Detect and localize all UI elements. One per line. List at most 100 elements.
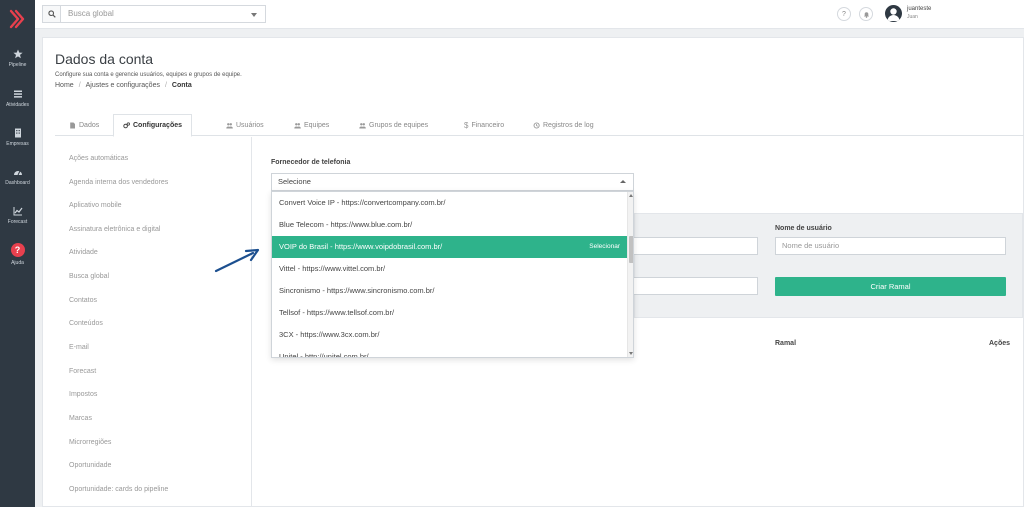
sidebar-item-label: Empresas	[6, 140, 29, 147]
tab-label: Dados	[79, 121, 100, 129]
gauge-icon	[13, 170, 22, 175]
breadcrumb-home[interactable]: Home	[55, 82, 74, 89]
telefonia-select[interactable]: Selecione	[271, 173, 634, 191]
bell-icon	[863, 11, 869, 18]
star-icon	[12, 49, 23, 58]
avatar[interactable]	[885, 5, 902, 22]
building-icon	[14, 128, 21, 137]
page-subtitle: Configure sua conta e gerencie usuários,…	[55, 72, 242, 78]
dropdown-option-highlighted[interactable]: VOIP do Brasil - https://www.voipdobrasi…	[272, 236, 627, 258]
dropdown-option[interactable]: Vittel - https://www.vittel.com.br/	[272, 258, 627, 280]
scroll-thumb[interactable]	[629, 236, 633, 263]
menu-item[interactable]: Conteúdos	[69, 320, 103, 327]
list-icon	[13, 90, 22, 98]
notifications-button[interactable]	[859, 7, 873, 21]
sidebar-item-label: Dashboard	[5, 179, 30, 186]
menu-item[interactable]: Contatos	[69, 297, 97, 304]
username-label: Nome de usuário	[775, 225, 832, 232]
chart-line-icon	[13, 206, 22, 215]
dropdown-option[interactable]: Unitel - http://unitel.com.br/	[272, 346, 627, 357]
menu-item[interactable]: Oportunidade	[69, 462, 111, 469]
groups-icon	[359, 122, 366, 128]
breadcrumb: Home / Ajustes e configurações / Conta	[55, 82, 192, 89]
sidebar-item-atividades[interactable]: Atividades	[0, 80, 35, 116]
gears-icon	[123, 122, 130, 129]
dropdown-option[interactable]: Tellsof - https://www.tellsof.com.br/	[272, 302, 627, 324]
tab-equipes[interactable]: Equipes	[285, 114, 338, 136]
create-ramal-button[interactable]: Criar Ramal	[775, 277, 1006, 296]
main-card: Dados da conta Configure sua conta e ger…	[42, 37, 1024, 507]
sidebar-item-empresas[interactable]: Empresas	[0, 119, 35, 155]
tab-bar: Dados Configurações Usuários Equipes Gru…	[55, 114, 1024, 137]
dollar-icon: $	[464, 120, 469, 130]
tab-grupos-de-equipes[interactable]: Grupos de equipes	[350, 114, 437, 136]
tab-registros-de-log[interactable]: Registros de log	[524, 114, 603, 136]
tab-financeiro[interactable]: $ Financeiro	[455, 114, 513, 136]
menu-item[interactable]: Ações automáticas	[69, 155, 128, 162]
sidebar-item-label: Ajuda	[11, 259, 24, 266]
tab-label: Usuários	[236, 121, 264, 129]
content-divider	[251, 137, 252, 507]
menu-item[interactable]: E-mail	[69, 344, 89, 351]
menu-item[interactable]: Microrregiões	[69, 439, 111, 446]
sidebar-item-label: Pipeline	[8, 61, 27, 68]
tab-dados[interactable]: Dados	[60, 114, 108, 136]
username-input[interactable]: Nome de usuário	[775, 237, 1006, 255]
scroll-up-icon[interactable]	[629, 194, 633, 197]
tab-label: Configurações	[133, 122, 183, 129]
dropdown-option[interactable]: 3CX - https://www.3cx.com.br/	[272, 324, 627, 346]
sidebar-item-ajuda[interactable]: ? Ajuda	[0, 236, 35, 272]
search-icon	[47, 10, 56, 18]
telefonia-select-value: Selecione	[278, 177, 311, 186]
users-icon	[226, 122, 233, 128]
breadcrumb-current: Conta	[171, 82, 192, 89]
tab-label: Registros de log	[543, 121, 594, 129]
menu-item[interactable]: Assinatura eletrônica e digital	[69, 226, 160, 233]
menu-item[interactable]: Forecast	[69, 368, 96, 375]
column-header-ramal: Ramal	[775, 340, 797, 347]
dropdown-option[interactable]: Sincronismo - https://www.sincronismo.co…	[272, 280, 627, 302]
dropdown-option[interactable]: Convert Voice IP - https://convertcompan…	[272, 192, 627, 214]
menu-item[interactable]: Oportunidade: cards do pipeline	[69, 486, 168, 493]
top-bar: Busca global ? juanteste Juan	[35, 0, 1024, 29]
menu-item[interactable]: Atividade	[69, 249, 98, 256]
breadcrumb-separator: /	[164, 82, 167, 89]
menu-item[interactable]: Agenda interna dos vendedores	[69, 179, 168, 186]
app-logo[interactable]	[0, 0, 35, 38]
ramal-field-1[interactable]	[634, 237, 758, 255]
chevron-down-icon[interactable]	[251, 13, 257, 17]
brand-logo-icon	[9, 9, 24, 29]
global-search-input[interactable]: Busca global	[60, 5, 266, 23]
tab-label: Equipes	[304, 121, 330, 129]
user-avatar-icon	[887, 8, 900, 21]
sidebar-item-pipeline[interactable]: Pipeline	[0, 40, 35, 76]
telefonia-dropdown: Convert Voice IP - https://convertcompan…	[271, 191, 634, 358]
tab-label: Financeiro	[471, 121, 505, 129]
tab-usuarios[interactable]: Usuários	[217, 114, 273, 136]
sidebar: Pipeline Atividades Empresas Dashboard F…	[0, 0, 35, 507]
dropdown-scrollbar[interactable]	[627, 192, 633, 357]
help-button[interactable]: ?	[837, 7, 851, 21]
menu-item[interactable]: Busca global	[69, 273, 109, 280]
sidebar-item-label: Atividades	[5, 101, 30, 108]
tab-configuracoes[interactable]: Configurações	[113, 114, 193, 137]
search-button[interactable]	[42, 5, 60, 23]
ramal-field-2[interactable]	[634, 277, 758, 295]
page-title: Dados da conta	[55, 51, 154, 67]
tab-label: Grupos de equipes	[369, 121, 429, 129]
menu-item[interactable]: Aplicativo mobile	[69, 202, 122, 209]
dropdown-option[interactable]: Blue Telecom - https://www.blue.com.br/	[272, 214, 627, 236]
telefonia-label: Fornecedor de telefonia	[271, 159, 351, 166]
dropdown-option-label: VOIP do Brasil - https://www.voipdobrasi…	[279, 242, 443, 251]
breadcrumb-ajustes[interactable]: Ajustes e configurações	[86, 82, 160, 89]
history-icon	[533, 121, 540, 129]
sidebar-item-forecast[interactable]: Forecast	[0, 197, 35, 233]
menu-item[interactable]: Impostos	[69, 391, 97, 398]
team-icon	[294, 122, 301, 128]
chevron-up-icon	[620, 180, 626, 183]
user-name[interactable]: juanteste	[907, 6, 931, 12]
sidebar-item-dashboard[interactable]: Dashboard	[0, 158, 35, 194]
menu-item[interactable]: Marcas	[69, 415, 92, 422]
column-header-acoes: Ações	[989, 340, 1011, 347]
scroll-down-icon[interactable]	[629, 352, 633, 355]
